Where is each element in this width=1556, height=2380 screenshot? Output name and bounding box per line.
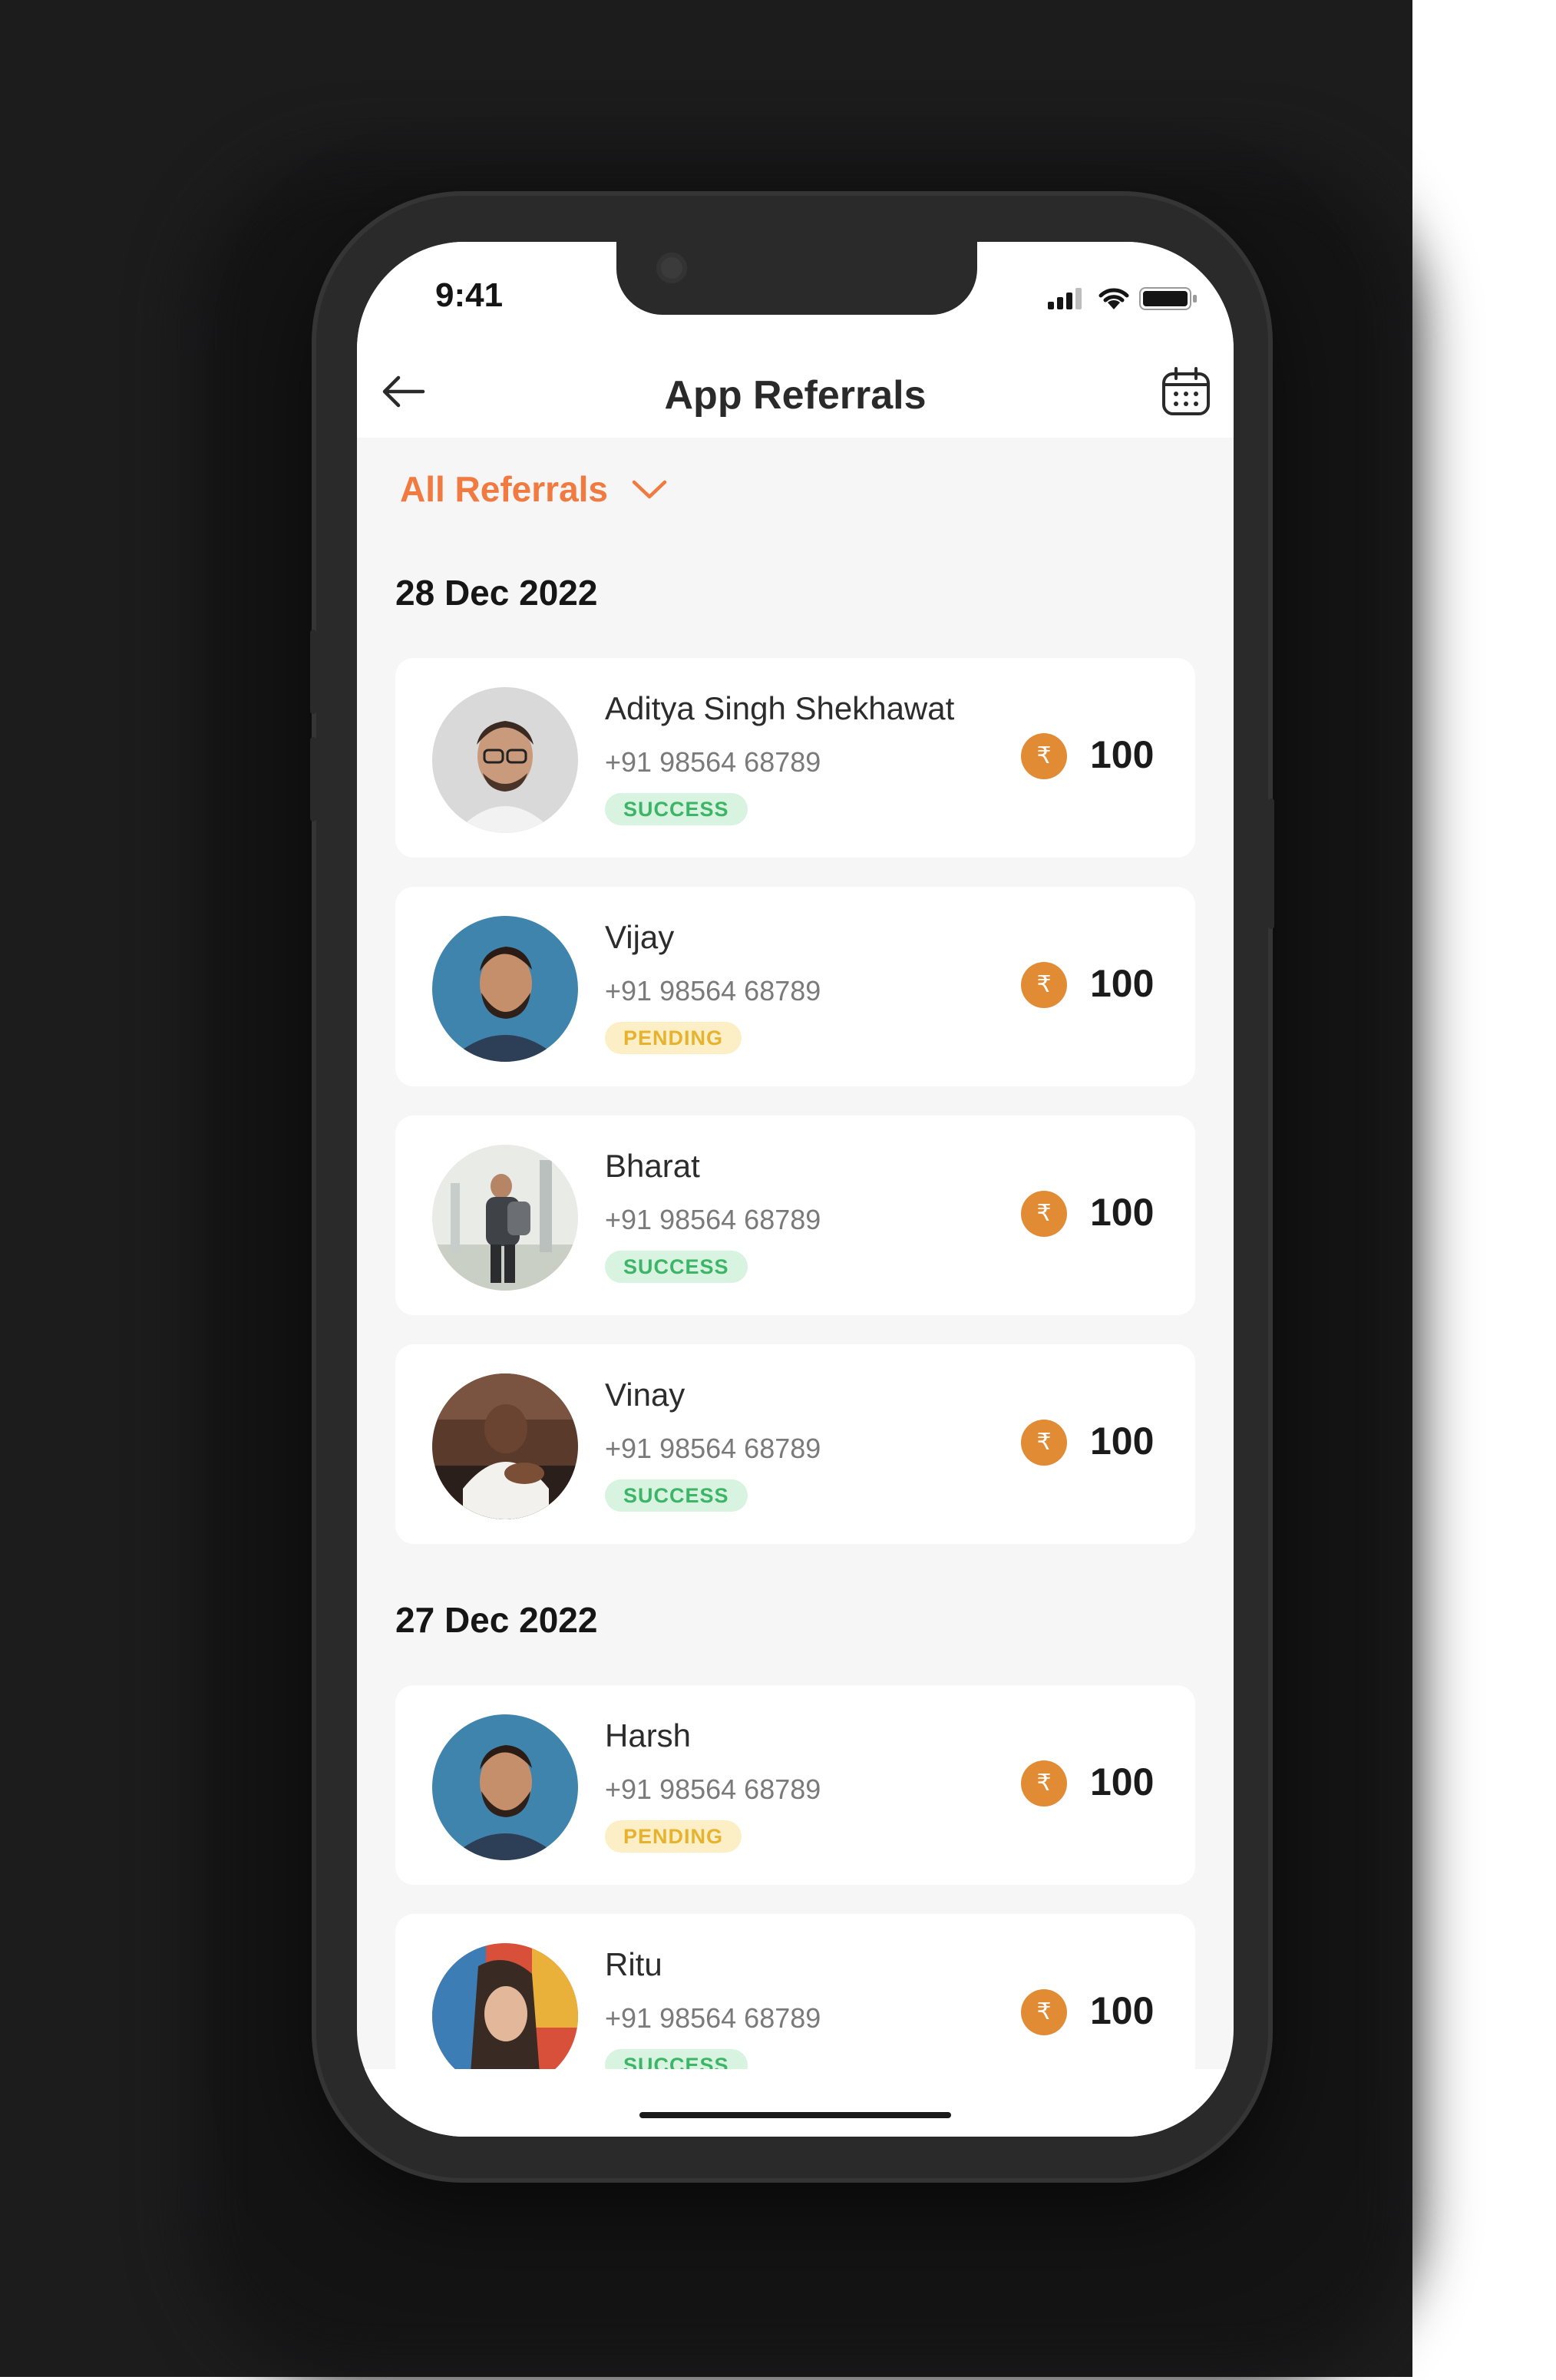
referral-card[interactable]: Bharat +91 98564 68789 SUCCESS ₹ 100 [395,1116,1195,1315]
status-badge: SUCCESS [605,793,748,825]
signal-icon [1048,288,1082,309]
referral-phone: +91 98564 68789 [605,1204,821,1235]
referral-name: Bharat [605,1148,700,1184]
status-badge: PENDING [605,1022,742,1054]
status-badge: PENDING [605,1820,742,1853]
referral-card[interactable]: Harsh +91 98564 68789 PENDING ₹ 100 [395,1685,1195,1885]
avatar [432,1145,578,1291]
rupee-coin-icon: ₹ [1021,1760,1067,1806]
avatar [432,1373,578,1519]
referral-name: Vijay [605,919,675,955]
referral-name: Vinay [605,1377,685,1413]
volume-up-button [310,630,316,714]
referral-name: Aditya Singh Shekhawat [605,690,955,726]
referral-card[interactable]: Vijay +91 98564 68789 PENDING ₹ 100 [395,887,1195,1086]
referral-card[interactable]: Vinay +91 98564 68789 SUCCESS ₹ 100 [395,1344,1195,1544]
battery-icon [1139,287,1197,310]
referral-name: Harsh [605,1717,692,1754]
app-bar: App Referrals [357,349,1234,438]
referral-phone: +91 98564 68789 [605,975,821,1007]
bottom-safe-area [357,2069,1234,2137]
home-indicator[interactable] [639,2112,951,2118]
avatar [432,1714,578,1860]
referral-filter-dropdown[interactable]: All Referrals [400,468,668,510]
referral-amount: 100 [1090,1989,1155,2032]
date-heading: 28 Dec 2022 [395,573,598,613]
referral-amount: 100 [1090,1191,1155,1234]
referral-card[interactable]: Aditya Singh Shekhawat +91 98564 68789 S… [395,658,1195,858]
rupee-coin-icon: ₹ [1021,733,1067,779]
referral-phone: +91 98564 68789 [605,1433,821,1464]
status-badge: SUCCESS [605,1251,748,1283]
chevron-down-icon [632,480,667,499]
rupee-coin-icon: ₹ [1021,1420,1067,1466]
date-heading: 27 Dec 2022 [395,1600,598,1640]
referral-name: Ritu [605,1946,662,1982]
notch [616,242,977,315]
rupee-coin-icon: ₹ [1021,1191,1067,1237]
referral-amount: 100 [1090,1760,1155,1803]
status-time: 9:41 [435,276,504,314]
rupee-coin-icon: ₹ [1021,962,1067,1008]
referral-amount: 100 [1090,733,1155,776]
referral-phone: +91 98564 68789 [605,1773,821,1805]
wifi-icon [1098,288,1129,309]
rupee-coin-icon: ₹ [1021,1989,1067,2035]
status-icons [1048,287,1197,310]
referral-amount: 100 [1090,962,1155,1005]
avatar [432,687,578,833]
status-badge: SUCCESS [605,1479,748,1512]
filter-label: All Referrals [400,469,609,509]
avatar [432,1943,578,2089]
phone-screen: 9:41 App Referrals All Referrals 28 Dec … [357,242,1234,2137]
calendar-icon[interactable] [1161,366,1211,417]
referral-amount: 100 [1090,1420,1155,1463]
power-button [1268,798,1274,929]
referral-phone: +91 98564 68789 [605,746,821,778]
volume-down-button [310,737,316,821]
avatar [432,916,578,1062]
page-title: App Referrals [664,373,927,418]
front-camera [656,253,687,283]
referral-phone: +91 98564 68789 [605,2002,821,2034]
